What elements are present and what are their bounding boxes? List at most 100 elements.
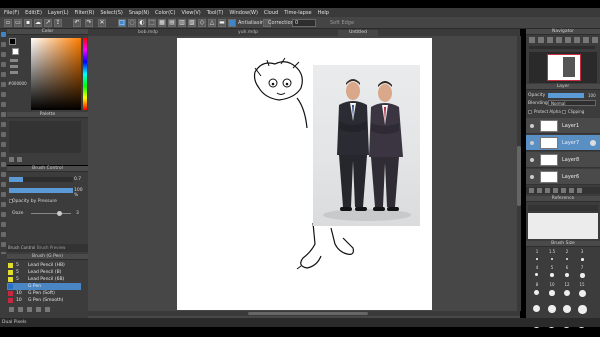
menu-cloud[interactable]: Cloud <box>264 10 278 16</box>
brush-size-dot[interactable] <box>549 290 555 296</box>
add-halftone-layer-icon[interactable] <box>537 188 542 193</box>
blur-tool-icon[interactable] <box>1 182 6 187</box>
menu-select[interactable]: Select(S) <box>100 10 123 16</box>
brush-size-dot[interactable] <box>551 258 553 260</box>
layer-row[interactable]: Layer1 <box>526 118 600 134</box>
menu-help[interactable]: Help <box>318 10 329 16</box>
eyedropper-tool-icon[interactable] <box>1 112 6 117</box>
ooze-slider-handle[interactable] <box>57 211 62 216</box>
smudge-tool-icon[interactable] <box>1 192 6 197</box>
brush-settings-icon[interactable] <box>36 307 41 312</box>
brush-size-dot[interactable] <box>535 273 538 276</box>
flip-icon[interactable] <box>592 37 598 43</box>
reset-rotation-icon[interactable] <box>583 37 589 43</box>
text-tool-icon[interactable] <box>1 122 6 127</box>
brush-add-icon[interactable] <box>9 307 14 312</box>
eraser-tool-icon[interactable] <box>1 42 6 47</box>
saturation-value-picker[interactable] <box>31 38 81 110</box>
menu-edit[interactable]: Edit(E) <box>25 10 42 16</box>
tab-brush-preview[interactable]: Brush Preview <box>37 244 65 252</box>
clipping-checkbox[interactable] <box>562 110 566 114</box>
brush-size-dot[interactable] <box>581 258 584 261</box>
correction-select[interactable]: 0 <box>292 19 316 27</box>
blending-select[interactable]: Normal <box>548 100 596 106</box>
menu-tool[interactable]: Tool(T) <box>207 10 224 16</box>
add-folder-icon[interactable] <box>545 188 550 193</box>
zoom-in-icon[interactable] <box>529 37 535 43</box>
edit-tool-icon[interactable] <box>1 242 6 247</box>
vertical-scroll-thumb[interactable] <box>517 146 521 206</box>
actual-size-icon[interactable] <box>556 37 562 43</box>
secondary-color-swatch[interactable] <box>12 48 19 55</box>
clear-layer-icon[interactable] <box>569 188 574 193</box>
brush-size-dot[interactable] <box>565 273 569 277</box>
brush-size-dot[interactable] <box>536 258 538 260</box>
brush-item-selected[interactable]: G Pen <box>7 283 81 290</box>
cloud-icon[interactable]: ☁ <box>34 19 42 27</box>
brush-size-dot[interactable] <box>563 305 571 313</box>
rotate-tool-icon[interactable] <box>1 202 6 207</box>
navigator-zoom-slider[interactable] <box>529 46 595 49</box>
reference-preview[interactable] <box>528 213 598 239</box>
perspective-icon[interactable]: △ <box>208 19 216 27</box>
protect-alpha-checkbox[interactable] <box>528 110 532 114</box>
magic-wand-tool-icon[interactable] <box>1 102 6 107</box>
menu-filter[interactable]: Filter(R) <box>75 10 95 16</box>
menu-window[interactable]: Window(W) <box>229 10 258 16</box>
redo-icon[interactable]: ↷ <box>85 19 93 27</box>
transform-icon[interactable]: ⬚ <box>148 19 156 27</box>
rotate-right-icon[interactable] <box>574 37 580 43</box>
duplicate-layer-icon[interactable] <box>553 188 558 193</box>
save-icon[interactable]: ▪ <box>24 19 32 27</box>
zoom-out-icon[interactable] <box>538 37 544 43</box>
invert-selection-icon[interactable]: ◐ <box>138 19 146 27</box>
visibility-eye-icon[interactable] <box>530 124 534 128</box>
menu-layer[interactable]: Layer(L) <box>48 10 69 16</box>
visibility-eye-icon[interactable] <box>530 141 534 145</box>
brush-size-dot[interactable] <box>533 305 540 312</box>
brush-copy-icon[interactable] <box>18 307 23 312</box>
clear-icon[interactable]: ✕ <box>98 19 106 27</box>
move-tool-icon[interactable] <box>1 52 6 57</box>
curve-tool-icon[interactable] <box>1 232 6 237</box>
grid-icon[interactable]: ▤ <box>168 19 176 27</box>
layer-row[interactable]: Layer6 <box>526 169 600 185</box>
dot-tool-icon[interactable] <box>1 222 6 227</box>
merge-down-icon[interactable] <box>561 188 566 193</box>
reference-photo[interactable] <box>313 65 420 226</box>
layer-row-selected[interactable]: Layer7 <box>526 135 600 151</box>
palette-delete-icon[interactable] <box>17 157 22 162</box>
tab-untitled[interactable]: Untitled <box>338 30 378 36</box>
brush-item[interactable]: 10 G Pen (Smooth) <box>7 297 81 304</box>
brush-item[interactable]: 5 Lead Pencil (HB) <box>7 262 81 269</box>
antialiasing-checkbox[interactable] <box>228 19 236 27</box>
brush-size-dot[interactable] <box>534 290 539 295</box>
tab-bob[interactable]: bob.mdp <box>128 30 168 36</box>
horizontal-scrollbar[interactable] <box>88 311 520 316</box>
symmetry-icon[interactable]: ◇ <box>198 19 206 27</box>
horizontal-scroll-thumb[interactable] <box>248 312 368 315</box>
hue-slider[interactable] <box>83 38 87 110</box>
vertical-scrollbar[interactable] <box>517 36 521 311</box>
visibility-eye-icon[interactable] <box>530 158 534 162</box>
brush-item[interactable]: 10 G Pen (Soft) <box>7 290 81 297</box>
hand-tool-icon[interactable] <box>1 132 6 137</box>
color-slider-b[interactable] <box>10 71 18 74</box>
color-slider-g[interactable] <box>10 65 18 68</box>
shape-tool-icon[interactable] <box>1 152 6 157</box>
menu-snap[interactable]: Snap(N) <box>129 10 149 16</box>
brush-size-dot[interactable] <box>548 305 556 313</box>
layer-row[interactable]: Layer8 <box>526 152 600 168</box>
zoom-tool-icon[interactable] <box>1 142 6 147</box>
ruler-icon[interactable]: ▬ <box>218 19 226 27</box>
tab-brush-control[interactable]: Brush Control <box>8 244 35 252</box>
brush-item[interactable]: 5 Lead Pencil (6B) <box>7 276 81 283</box>
menu-color[interactable]: Color(C) <box>155 10 175 16</box>
fit-view-icon[interactable] <box>547 37 553 43</box>
brush-size-dot[interactable] <box>566 258 568 260</box>
pen-tool-icon[interactable] <box>1 32 6 37</box>
brush-size-dot[interactable] <box>578 305 587 314</box>
ooze-slider[interactable] <box>31 213 71 214</box>
divide-tool-icon[interactable] <box>1 172 6 177</box>
brush-size-dot[interactable] <box>580 273 585 278</box>
